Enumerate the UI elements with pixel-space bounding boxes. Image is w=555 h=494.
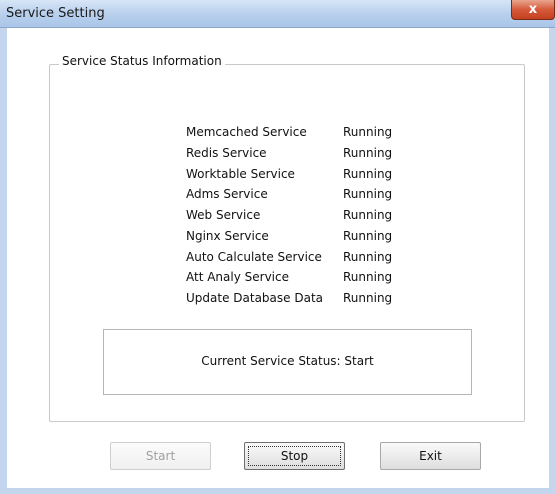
service-name: Att Analy Service bbox=[186, 270, 289, 284]
service-status: Running bbox=[343, 125, 393, 139]
stop-button[interactable]: Stop bbox=[244, 442, 345, 470]
service-status: Running bbox=[343, 208, 393, 222]
window-title: Service Setting bbox=[6, 6, 105, 21]
service-row: Auto Calculate Service Running bbox=[186, 250, 406, 268]
start-button-label: Start bbox=[145, 449, 176, 463]
exit-button-label: Exit bbox=[419, 449, 442, 463]
service-status: Running bbox=[343, 167, 393, 181]
service-row: Nginx Service Running bbox=[186, 229, 406, 247]
service-name: Web Service bbox=[186, 208, 261, 222]
service-name: Worktable Service bbox=[186, 167, 295, 181]
service-row: Web Service Running bbox=[186, 208, 406, 226]
current-status-panel: Current Service Status: Start bbox=[103, 329, 472, 395]
service-status: Running bbox=[343, 291, 393, 305]
service-row: Worktable Service Running bbox=[186, 167, 406, 185]
service-name: Memcached Service bbox=[186, 125, 307, 139]
service-status: Running bbox=[343, 187, 393, 201]
exit-button[interactable]: Exit bbox=[380, 442, 481, 470]
service-name: Nginx Service bbox=[186, 229, 269, 243]
service-name: Auto Calculate Service bbox=[186, 250, 322, 264]
service-row: Adms Service Running bbox=[186, 187, 406, 205]
service-status: Running bbox=[343, 270, 393, 284]
service-row: Redis Service Running bbox=[186, 146, 406, 164]
current-status-text: Current Service Status: Start bbox=[201, 354, 374, 368]
service-name: Redis Service bbox=[186, 146, 267, 160]
service-row: Att Analy Service Running bbox=[186, 270, 406, 288]
service-status: Running bbox=[343, 229, 393, 243]
close-button[interactable]: x bbox=[511, 0, 555, 20]
stop-button-label: Stop bbox=[280, 449, 309, 463]
service-row: Update Database Data Running bbox=[186, 291, 406, 309]
service-status: Running bbox=[343, 146, 393, 160]
service-row: Memcached Service Running bbox=[186, 125, 406, 143]
groupbox-legend: Service Status Information bbox=[59, 54, 225, 68]
start-button[interactable]: Start bbox=[110, 442, 211, 470]
service-name: Update Database Data bbox=[186, 291, 323, 305]
title-bar[interactable]: Service Setting x bbox=[0, 0, 555, 28]
service-setting-window: Service Setting x Service Status Informa… bbox=[0, 0, 555, 494]
service-name: Adms Service bbox=[186, 187, 268, 201]
service-status: Running bbox=[343, 250, 393, 264]
close-icon: x bbox=[528, 2, 538, 17]
